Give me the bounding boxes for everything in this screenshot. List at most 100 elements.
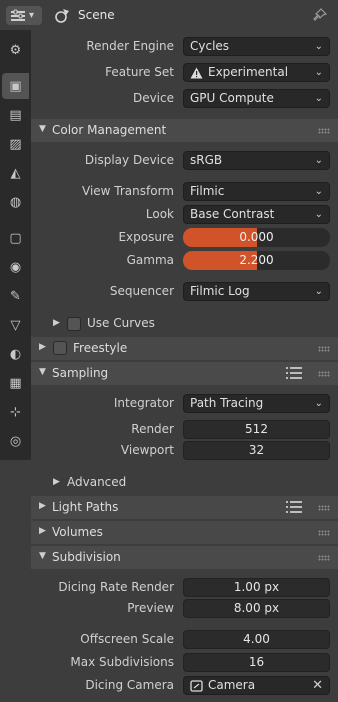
chevron-down-icon: ⌄ <box>314 398 323 409</box>
tool-icon: ⚙ <box>9 42 22 58</box>
drag-grip-icon[interactable] <box>318 505 330 511</box>
offscreen-scale-field[interactable]: 4.00 <box>183 630 330 649</box>
checker-icon: ▦ <box>9 375 22 391</box>
advanced-subpanel[interactable]: ▶ Advanced <box>31 472 338 494</box>
feature-set-row: Feature Set Experimental ⌄ <box>31 62 338 83</box>
presets-list-icon[interactable] <box>286 366 302 380</box>
editor-type-button[interactable]: ▾ <box>6 6 42 25</box>
constraint-tab[interactable]: ⊹ <box>2 399 29 425</box>
display-device-row: Display Device sRGB ⌄ <box>31 150 338 171</box>
subdivision-panel-header[interactable]: ▼ Subdivision <box>31 546 338 569</box>
view-layer-tab[interactable]: ▨ <box>2 131 29 157</box>
feature-set-dropdown[interactable]: Experimental ⌄ <box>183 63 330 82</box>
properties-tab-bar: ⚙ ▣ ▤ ▨ ◭ ◍ ▢ ◉ ✎ ▽ ◐ ▦ ⊹ ◎ <box>0 30 31 460</box>
render-tab[interactable]: ▣ <box>2 73 29 99</box>
exposure-row: Exposure 0.000 <box>31 227 338 248</box>
look-row: Look Base Contrast ⌄ <box>31 204 338 225</box>
color-management-title: Color Management <box>52 123 167 137</box>
properties-content: Render Engine Cycles ⌄ Feature Set Experi… <box>31 30 338 702</box>
world-tab[interactable]: ◍ <box>2 189 29 215</box>
use-curves-label: Use Curves <box>87 316 155 330</box>
max-subdivisions-row: Max Subdivisions 16 <box>31 652 338 673</box>
view-transform-dropdown[interactable]: Filmic ⌄ <box>183 182 330 201</box>
material-icon: ◐ <box>9 346 22 362</box>
scene-icon: ◭ <box>10 165 21 181</box>
chevron-down-icon: ⌄ <box>314 186 323 197</box>
freestyle-panel-header[interactable]: ▶ Freestyle <box>31 337 338 360</box>
presets-list-icon[interactable] <box>286 500 302 514</box>
sampling-title: Sampling <box>52 366 109 380</box>
max-subdivisions-field[interactable]: 16 <box>183 653 330 672</box>
dicing-camera-label: Dicing Camera <box>85 678 174 692</box>
render-engine-dropdown[interactable]: Cycles ⌄ <box>183 37 330 56</box>
sequencer-value: Filmic Log <box>190 284 250 298</box>
tool-tab[interactable]: ⚙ <box>2 37 29 63</box>
dicing-rate-render-field[interactable]: 1.00 px <box>183 578 330 597</box>
look-value: Base Contrast <box>190 207 275 221</box>
wrench-tab[interactable]: ✎ <box>2 283 29 309</box>
wrench-icon: ✎ <box>10 288 21 304</box>
drag-grip-icon[interactable] <box>318 128 330 134</box>
chevron-down-icon: ⌄ <box>314 286 323 297</box>
clear-x-icon[interactable]: ✕ <box>312 677 323 694</box>
texture-tab[interactable]: ▦ <box>2 370 29 396</box>
viewport-samples-row: Viewport 32 <box>31 440 338 461</box>
render-engine-value: Cycles <box>190 39 230 53</box>
scene-tab[interactable]: ◭ <box>2 160 29 186</box>
freestyle-checkbox[interactable] <box>53 341 67 355</box>
drag-grip-icon[interactable] <box>318 346 330 352</box>
collapsed-arrow-icon: ▶ <box>53 318 60 328</box>
mesh-data-icon: ▽ <box>10 317 21 333</box>
light-paths-panel-header[interactable]: ▶ Light Paths <box>31 496 338 519</box>
viewport-samples-field[interactable]: 32 <box>183 441 330 460</box>
chevron-down-icon: ⌄ <box>314 67 323 78</box>
device-label: Device <box>132 91 174 105</box>
collapsed-arrow-icon: ▶ <box>39 526 46 536</box>
device-dropdown[interactable]: GPU Compute ⌄ <box>183 89 330 108</box>
sampling-panel-header[interactable]: ▼ Sampling <box>31 362 338 385</box>
use-curves-checkbox[interactable] <box>67 317 81 331</box>
data-tab[interactable]: ▽ <box>2 312 29 338</box>
volumes-panel-header[interactable]: ▶ Volumes <box>31 521 338 544</box>
constraint-icon: ⊹ <box>10 404 21 420</box>
object-tab[interactable]: ▢ <box>2 225 29 251</box>
properties-header: ▾ Scene <box>0 0 338 30</box>
drag-grip-icon[interactable] <box>318 555 330 561</box>
viewport-samples-label: Viewport <box>120 443 174 457</box>
drag-grip-icon[interactable] <box>318 530 330 536</box>
device-value: GPU Compute <box>190 91 274 105</box>
integrator-dropdown[interactable]: Path Tracing ⌄ <box>183 394 330 413</box>
volumes-title: Volumes <box>52 525 103 539</box>
drag-grip-icon[interactable] <box>318 371 330 377</box>
look-dropdown[interactable]: Base Contrast ⌄ <box>183 205 330 224</box>
world-icon: ◍ <box>9 194 22 210</box>
preview-field[interactable]: 8.00 px <box>183 599 330 618</box>
render-samples-field[interactable]: 512 <box>183 420 330 439</box>
output-tab[interactable]: ▤ <box>2 102 29 128</box>
exposure-label: Exposure <box>118 230 174 244</box>
chevron-down-icon: ⌄ <box>314 209 323 220</box>
exposure-slider[interactable]: 0.000 <box>183 228 330 247</box>
display-device-dropdown[interactable]: sRGB ⌄ <box>183 151 330 170</box>
sequencer-row: Sequencer Filmic Log ⌄ <box>31 281 338 302</box>
view-transform-value: Filmic <box>190 184 225 198</box>
offscreen-scale-label: Offscreen Scale <box>80 632 174 646</box>
sequencer-dropdown[interactable]: Filmic Log ⌄ <box>183 282 330 301</box>
modifier-tab[interactable]: ◉ <box>2 254 29 280</box>
gamma-label: Gamma <box>126 253 174 267</box>
gamma-slider[interactable]: 2.200 <box>183 251 330 270</box>
display-device-label: Display Device <box>84 153 174 167</box>
dicing-camera-field[interactable]: Camera ✕ <box>183 676 330 695</box>
color-management-panel-header[interactable]: ▼ Color Management <box>31 119 338 142</box>
camera-back-icon: ▣ <box>9 78 22 94</box>
expanded-arrow-icon: ▼ <box>39 551 46 561</box>
material-tab[interactable]: ◐ <box>2 341 29 367</box>
advanced-label: Advanced <box>67 475 127 489</box>
sequencer-label: Sequencer <box>109 284 174 298</box>
look-label: Look <box>145 207 174 221</box>
use-curves-subpanel[interactable]: ▶ Use Curves <box>31 313 338 335</box>
dicing-rate-render-label: Dicing Rate Render <box>58 580 174 594</box>
pin-icon[interactable] <box>312 7 328 23</box>
view-transform-label: View Transform <box>82 184 174 198</box>
particles-tab[interactable]: ◎ <box>2 428 29 454</box>
